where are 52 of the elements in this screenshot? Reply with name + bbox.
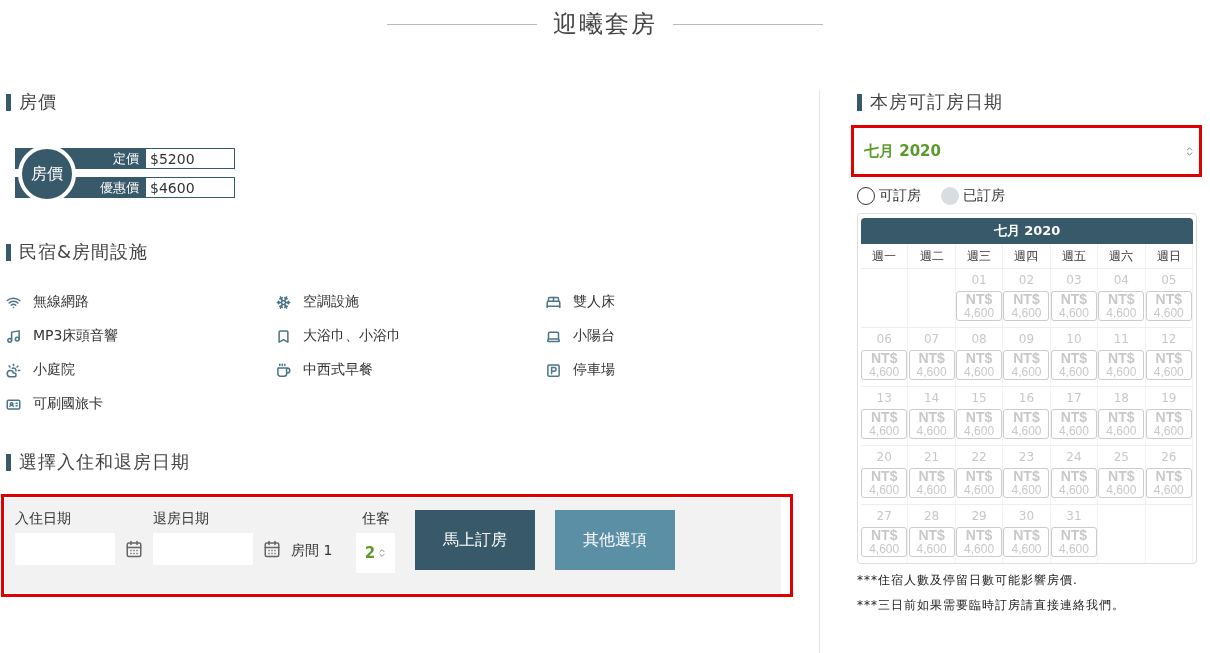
weekday-label: 週三 bbox=[955, 244, 1004, 268]
page-title: 迎曦套房 bbox=[553, 9, 657, 40]
facility-label: MP3床頭音響 bbox=[33, 327, 119, 345]
snowflake-icon bbox=[276, 294, 291, 310]
spinner-icon[interactable] bbox=[377, 548, 388, 558]
weekday-label: 週四 bbox=[1003, 244, 1051, 268]
coffee-cup-icon bbox=[276, 362, 291, 378]
options-button[interactable]: 其他選項 bbox=[555, 510, 676, 570]
weekday-label: 週五 bbox=[1050, 244, 1099, 268]
music-note-icon bbox=[6, 328, 21, 344]
facility-label: 中西式早餐 bbox=[303, 361, 373, 379]
calendar-icon[interactable] bbox=[125, 540, 143, 558]
spinner-icon[interactable] bbox=[1184, 145, 1195, 157]
weekday-label: 週一 bbox=[861, 244, 909, 268]
id-card-icon bbox=[6, 396, 21, 412]
facility-label: 空調設施 bbox=[303, 293, 359, 311]
cloud-sun-icon bbox=[6, 362, 21, 378]
bookmark-icon bbox=[276, 328, 291, 344]
weekday-label: 週日 bbox=[1145, 244, 1193, 268]
legend-label: 可訂房 bbox=[879, 187, 921, 205]
field-label: 入住日期 bbox=[15, 510, 72, 528]
section-heading: 房價 bbox=[6, 90, 819, 114]
facility-label: 小庭院 bbox=[33, 361, 75, 379]
calendar-title: 七月 2020 bbox=[861, 218, 1193, 244]
field-label: 住客 bbox=[361, 510, 390, 528]
note-text: ***三日前如果需要臨時訂房請直接連絡我們。 bbox=[857, 597, 1126, 614]
book-now-button[interactable]: 馬上訂房 bbox=[415, 510, 536, 570]
facility-label: 大浴巾、小浴巾 bbox=[303, 327, 401, 345]
note-text: ***住宿人數及停留日數可能影響房價. bbox=[857, 572, 1079, 589]
parking-icon bbox=[546, 362, 561, 378]
calendar-icon[interactable] bbox=[263, 540, 281, 558]
facility-label: 停車場 bbox=[573, 361, 615, 379]
room-label: 房間 1 bbox=[291, 542, 333, 560]
facility-label: 無線網路 bbox=[33, 293, 89, 311]
month-select[interactable]: 七月 2020 bbox=[851, 125, 1202, 177]
section-heading: 選擇入住和退房日期 bbox=[6, 450, 819, 474]
wifi-icon bbox=[6, 294, 21, 310]
field-label: 退房日期 bbox=[153, 510, 210, 528]
section-heading: 民宿&房間設施 bbox=[6, 240, 819, 264]
legend-dot bbox=[941, 187, 959, 205]
facility-label: 可刷國旅卡 bbox=[33, 395, 103, 413]
facility-label: 小陽台 bbox=[573, 327, 615, 345]
legend-label: 已訂房 bbox=[963, 187, 1005, 205]
bed-icon bbox=[546, 294, 561, 310]
laptop-icon bbox=[546, 328, 561, 344]
facility-label: 雙人床 bbox=[573, 293, 615, 311]
weekday-label: 週六 bbox=[1098, 244, 1146, 268]
price-value: $5200 bbox=[145, 148, 235, 169]
section-heading: 本房可訂房日期 bbox=[857, 90, 1202, 114]
price-value: $4600 bbox=[145, 177, 235, 198]
weekday-label: 週二 bbox=[908, 244, 956, 268]
guests-select[interactable]: 2 bbox=[356, 533, 396, 573]
